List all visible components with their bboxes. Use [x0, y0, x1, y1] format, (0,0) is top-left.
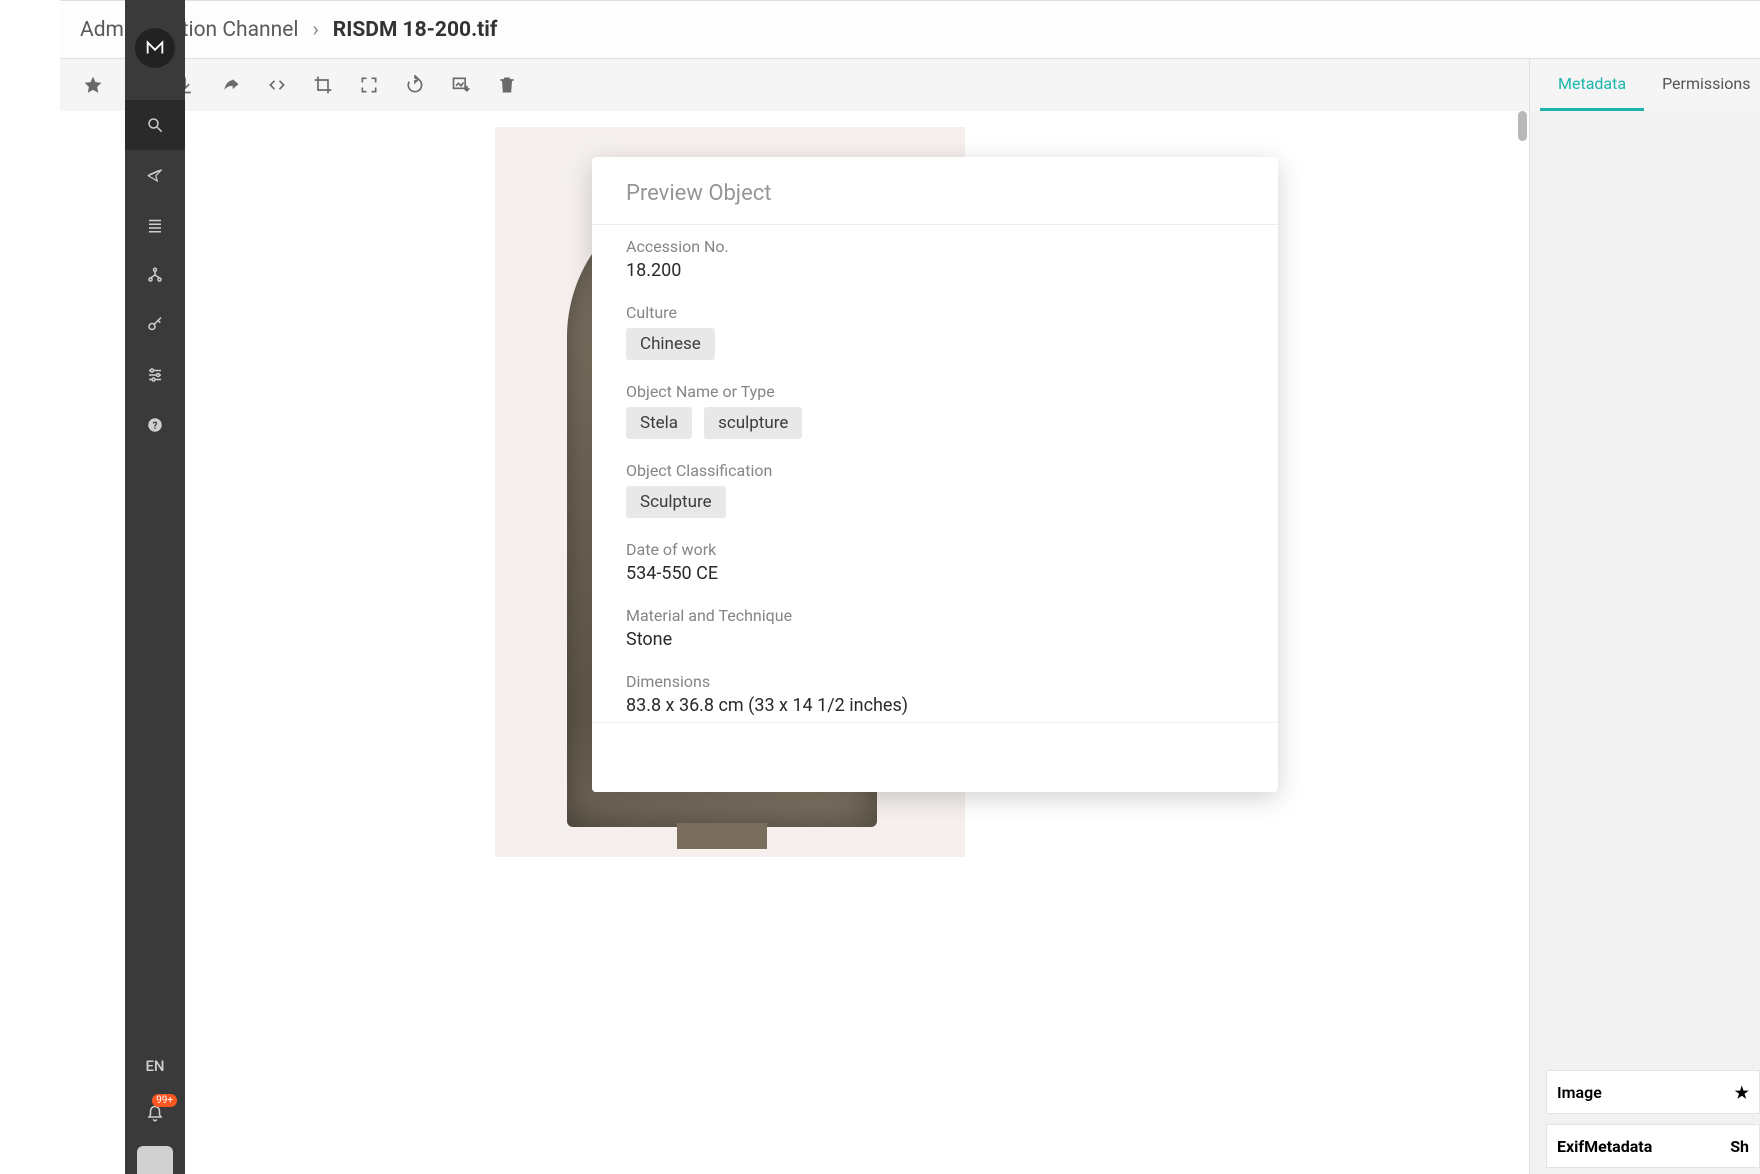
- share-icon[interactable]: [125, 150, 185, 200]
- share-arrow-icon[interactable]: [212, 66, 250, 104]
- preview-title: Preview Object: [592, 157, 1278, 225]
- help-icon[interactable]: ?: [125, 400, 185, 450]
- preview-footer: [592, 722, 1278, 792]
- notification-badge: 99+: [152, 1094, 177, 1107]
- app-logo[interactable]: [135, 28, 175, 68]
- svg-text:?: ?: [153, 421, 158, 432]
- search-icon[interactable]: [125, 100, 185, 150]
- notifications-icon[interactable]: 99+: [125, 1088, 185, 1140]
- sliders-icon[interactable]: [125, 350, 185, 400]
- key-icon[interactable]: [125, 300, 185, 350]
- metadata-section-label: ExifMetadata: [1557, 1137, 1652, 1156]
- field-value: 534-550 CE: [626, 563, 1244, 584]
- chevron-right-icon: ›: [312, 18, 318, 42]
- tag-classification[interactable]: Sculpture: [626, 486, 726, 518]
- breadcrumb-parent[interactable]: Administration Channel: [80, 18, 298, 42]
- tag-object-name[interactable]: Stela: [626, 407, 692, 439]
- star-icon: ★: [1735, 1083, 1749, 1102]
- crop-icon[interactable]: [304, 66, 342, 104]
- image-download-icon[interactable]: [442, 66, 480, 104]
- code-icon[interactable]: [258, 66, 296, 104]
- metadata-action-fragment: Sh: [1730, 1137, 1749, 1156]
- avatar[interactable]: [137, 1146, 173, 1174]
- field-label: Material and Technique: [626, 606, 1244, 625]
- star-icon[interactable]: [74, 66, 112, 104]
- field-label: Object Name or Type: [626, 382, 1244, 401]
- field-value: Stone: [626, 629, 1244, 650]
- fullscreen-icon[interactable]: [350, 66, 388, 104]
- field-label: Culture: [626, 303, 1244, 322]
- field-label: Accession No.: [626, 237, 1244, 256]
- field-value: 18.200: [626, 260, 1244, 281]
- preview-object-panel: Preview Object Accession No. 18.200 Cult…: [592, 157, 1278, 792]
- delete-icon[interactable]: [488, 66, 526, 104]
- list-icon[interactable]: [125, 200, 185, 250]
- right-tabs: Metadata Permissions: [1530, 59, 1760, 111]
- toolbar: +: [60, 59, 1529, 111]
- metadata-section-image[interactable]: Image ★: [1546, 1070, 1760, 1114]
- breadcrumb-current: RISDM 18-200.tif: [333, 18, 498, 42]
- breadcrumb: Administration Channel › RISDM 18-200.ti…: [60, 1, 1760, 59]
- field-value: 83.8 x 36.8 cm (33 x 14 1/2 inches): [626, 695, 1244, 716]
- tag-object-name[interactable]: sculpture: [704, 407, 802, 439]
- scrollbar-thumb[interactable]: [1518, 111, 1527, 141]
- tab-permissions[interactable]: Permissions: [1644, 59, 1760, 111]
- field-label: Object Classification: [626, 461, 1244, 480]
- sidebar: ? EN 99+: [125, 0, 185, 1174]
- metadata-section-label: Image: [1557, 1083, 1602, 1102]
- field-label: Date of work: [626, 540, 1244, 559]
- tag-culture[interactable]: Chinese: [626, 328, 715, 360]
- hierarchy-icon[interactable]: [125, 250, 185, 300]
- metadata-section-exif[interactable]: ExifMetadata Sh: [1546, 1124, 1760, 1168]
- tab-metadata[interactable]: Metadata: [1540, 59, 1644, 111]
- refresh-icon[interactable]: [396, 66, 434, 104]
- language-selector[interactable]: EN: [125, 1044, 185, 1088]
- field-label: Dimensions: [626, 672, 1244, 691]
